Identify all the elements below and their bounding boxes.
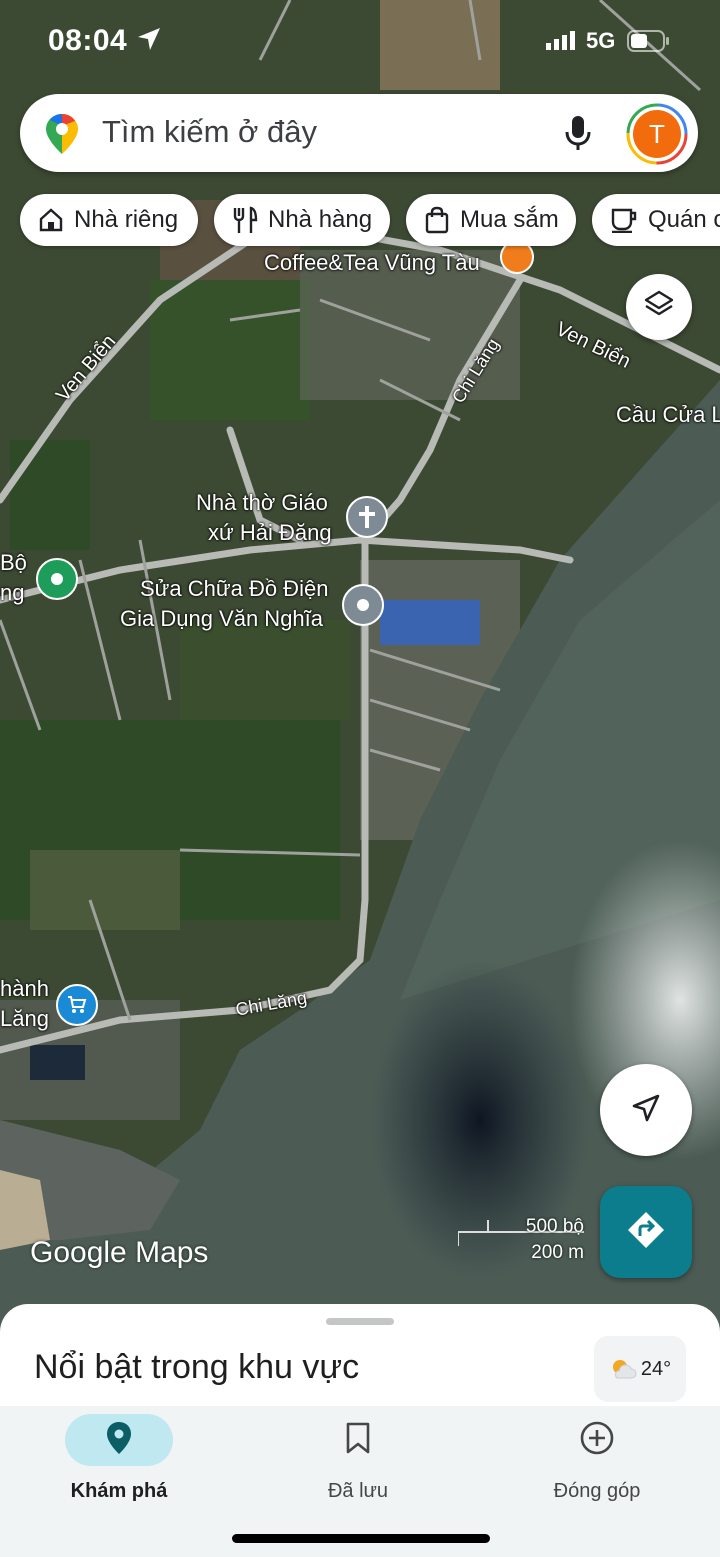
shopping-bag-icon [424, 206, 450, 234]
poi-label-repair-line1[interactable]: Sửa Chữa Đồ Điện [140, 576, 328, 602]
chip-label: Mua sắm [460, 206, 559, 233]
contribute-tab-icon-wrap [543, 1414, 651, 1466]
status-time: 08:04 [48, 24, 128, 57]
tab-saved[interactable]: Đã lưu [258, 1406, 458, 1503]
home-indicator[interactable] [232, 1534, 490, 1543]
location-arrow-icon [136, 26, 162, 57]
tab-explore[interactable]: Khám phá [19, 1406, 219, 1503]
tab-contribute[interactable]: Đóng góp [497, 1406, 697, 1503]
tab-label: Đã lưu [327, 1480, 389, 1502]
chip-coffee[interactable]: Quán c [592, 194, 720, 246]
search-input[interactable]: Tìm kiếm ở đây [102, 114, 317, 150]
poi-label-church-line1[interactable]: Nhà thờ Giáo [196, 490, 328, 516]
cell-signal-icon [546, 30, 580, 55]
chip-shopping[interactable]: Mua sắm [406, 194, 576, 246]
repair-marker-icon[interactable] [342, 584, 384, 626]
park-marker-icon[interactable] [36, 558, 78, 600]
google-maps-logo: Google Maps [30, 1236, 209, 1269]
sheet-drag-handle[interactable] [326, 1318, 394, 1325]
tab-label: Đóng góp [553, 1480, 641, 1502]
chip-label: Nhà hàng [268, 206, 373, 233]
poi-label-repair-line2[interactable]: Gia Dụng Văn Nghĩa [120, 606, 323, 632]
poi-label-coffee-tea[interactable]: Coffee&Tea Vũng Tàu [264, 250, 480, 276]
category-chips: Nhà riêng Nhà hàng Mua sắm Quán c [20, 194, 720, 248]
explore-tab-indicator [65, 1414, 173, 1466]
poi-label-thanh-line1[interactable]: hành [0, 976, 49, 1002]
search-bar[interactable]: Tìm kiếm ở đây T [20, 94, 698, 172]
my-location-button[interactable] [600, 1064, 692, 1156]
layers-button[interactable] [626, 274, 692, 340]
partly-cloudy-icon [609, 1358, 637, 1380]
avatar-letter: T [649, 119, 665, 149]
tab-label: Khám phá [70, 1480, 168, 1502]
network-type: 5G [586, 28, 616, 53]
shopping-cart-marker-icon[interactable] [56, 984, 98, 1026]
poi-label-church-line2[interactable]: xứ Hải Đăng [208, 520, 332, 546]
status-bar: 08:04 5G [0, 0, 720, 80]
directions-icon [626, 1210, 666, 1255]
poi-label-bo-line1[interactable]: Bộ [0, 550, 27, 576]
place-label-cau-cua: Cầu Cửa L [616, 402, 720, 427]
chip-restaurants[interactable]: Nhà hàng [214, 194, 390, 246]
weather-chip[interactable]: 24° [594, 1336, 686, 1402]
chip-home[interactable]: Nhà riêng [20, 194, 198, 246]
add-circle-icon [579, 1420, 615, 1461]
scale-metric: 200 m [531, 1242, 584, 1263]
saved-tab-icon-wrap [304, 1414, 412, 1466]
microphone-icon[interactable] [564, 114, 592, 157]
temperature: 24° [640, 1357, 672, 1380]
battery-icon [627, 30, 671, 57]
google-maps-pin-icon [44, 112, 80, 161]
directions-button[interactable] [600, 1186, 692, 1278]
restaurant-icon [232, 206, 258, 234]
chip-label: Nhà riêng [74, 206, 179, 233]
scale-imperial: 500 bộ [525, 1216, 584, 1237]
sheet-title: Nổi bật trong khu vực [34, 1348, 360, 1386]
poi-label-thanh-line2[interactable]: Lăng [0, 1006, 49, 1032]
church-marker-icon[interactable] [346, 496, 388, 538]
home-icon [38, 207, 64, 233]
account-avatar[interactable]: T [626, 103, 688, 165]
chip-label: Quán c [648, 206, 720, 233]
bookmark-icon [345, 1422, 371, 1459]
explore-sheet[interactable]: Nổi bật trong khu vực 24° [0, 1304, 720, 1414]
coffee-icon [610, 207, 638, 233]
navigation-arrow-icon [631, 1093, 661, 1128]
map-scale: 500 bộ 200 m [458, 1212, 584, 1263]
explore-pin-icon [106, 1421, 132, 1460]
poi-label-bo-line2[interactable]: ng [0, 580, 24, 606]
layers-icon [643, 289, 675, 326]
